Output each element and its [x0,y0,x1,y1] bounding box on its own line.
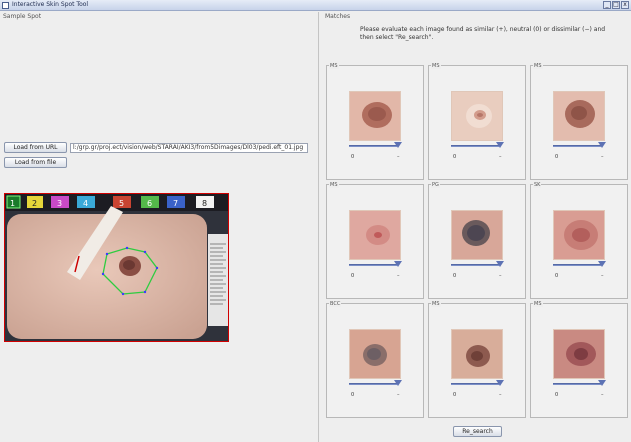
slider-max-label: – [499,154,502,160]
window-title: Interactive Skin Spot Tool [12,1,89,8]
load-from-file-button[interactable]: Load from file [4,157,67,168]
slider-max-label: – [397,273,400,279]
maximize-button[interactable]: □ [612,1,620,9]
match-card: MS 0 – [428,301,526,418]
match-card: BCC 0 – [326,301,424,418]
match-label: MS [329,182,339,188]
match-thumbnail[interactable] [451,329,503,379]
slider-min-label: 0 [453,154,457,160]
similarity-slider[interactable] [451,145,499,147]
ruler-badge-6: 6 [147,199,152,208]
slider-handle[interactable] [394,261,402,267]
slider-max-label: – [499,392,502,398]
sample-spot-label: Sample Spot [3,13,42,20]
match-label: MS [431,301,441,307]
slider-min-label: 0 [453,273,457,279]
matches-label: Matches [325,13,351,20]
url-input[interactable]: l:/grp.gr/proj.ect/vision/web/STARAI/AKI… [70,143,308,153]
ruler-badge-2: 2 [32,199,37,208]
slider-max-label: – [601,392,604,398]
ruler-badge-7: 7 [173,199,178,208]
match-label: MS [533,301,543,307]
similarity-slider[interactable] [451,383,499,385]
slider-min-label: 0 [555,392,559,398]
similarity-slider[interactable] [349,383,397,385]
similarity-slider[interactable] [553,383,601,385]
match-card: PG 0 – [428,182,526,299]
match-thumbnail[interactable] [553,91,605,141]
panel-divider [318,12,319,442]
match-thumbnail[interactable] [349,329,401,379]
ruler-badge-5: 5 [119,199,124,208]
slider-min-label: 0 [351,154,355,160]
slider-max-label: – [397,154,400,160]
ruler-badge-8: 8 [202,199,207,208]
similarity-slider[interactable] [349,145,397,147]
research-button[interactable]: Re_search [453,426,502,437]
match-card: MS 0 – [326,63,424,180]
match-card: MS 0 – [326,182,424,299]
slider-max-label: – [397,392,400,398]
slider-handle[interactable] [598,380,606,386]
slider-max-label: – [499,273,502,279]
slider-max-label: – [601,273,604,279]
slider-handle[interactable] [394,380,402,386]
load-from-url-button[interactable]: Load from URL [4,142,67,153]
slider-min-label: 0 [351,273,355,279]
slider-handle[interactable] [496,142,504,148]
app-icon [2,2,9,9]
sample-image-canvas: 1 2 3 4 5 6 7 8 [5,194,228,341]
instructions-text: Please evaluate each image found as simi… [360,26,606,41]
sample-image[interactable]: 1 2 3 4 5 6 7 8 [4,193,229,342]
similarity-slider[interactable] [553,145,601,147]
slider-min-label: 0 [555,273,559,279]
slider-max-label: – [601,154,604,160]
match-label: MS [329,63,339,69]
match-thumbnail[interactable] [451,210,503,260]
ruler-badge-4: 4 [83,199,88,208]
slider-handle[interactable] [394,142,402,148]
slider-min-label: 0 [555,154,559,160]
slider-handle[interactable] [598,261,606,267]
ruler-badge-3: 3 [57,199,62,208]
slider-handle[interactable] [496,380,504,386]
similarity-slider[interactable] [553,264,601,266]
match-thumbnail[interactable] [349,91,401,141]
match-label: SK [533,182,542,188]
match-card: MS 0 – [428,63,526,180]
match-thumbnail[interactable] [553,210,605,260]
slider-handle[interactable] [496,261,504,267]
match-card: MS 0 – [530,63,628,180]
match-thumbnail[interactable] [553,329,605,379]
match-label: PG [431,182,440,188]
minimize-button[interactable]: _ [603,1,611,9]
match-thumbnail[interactable] [451,91,503,141]
match-thumbnail[interactable] [349,210,401,260]
match-label: BCC [329,301,342,307]
similarity-slider[interactable] [451,264,499,266]
similarity-slider[interactable] [349,264,397,266]
slider-handle[interactable] [598,142,606,148]
slider-min-label: 0 [453,392,457,398]
slider-min-label: 0 [351,392,355,398]
match-label: MS [431,63,441,69]
match-label: MS [533,63,543,69]
match-card: SK 0 – [530,182,628,299]
close-button[interactable]: x [621,1,629,9]
match-card: MS 0 – [530,301,628,418]
window-titlebar: Interactive Skin Spot Tool _ □ x [0,0,631,11]
ruler-badge-1: 1 [10,199,15,208]
